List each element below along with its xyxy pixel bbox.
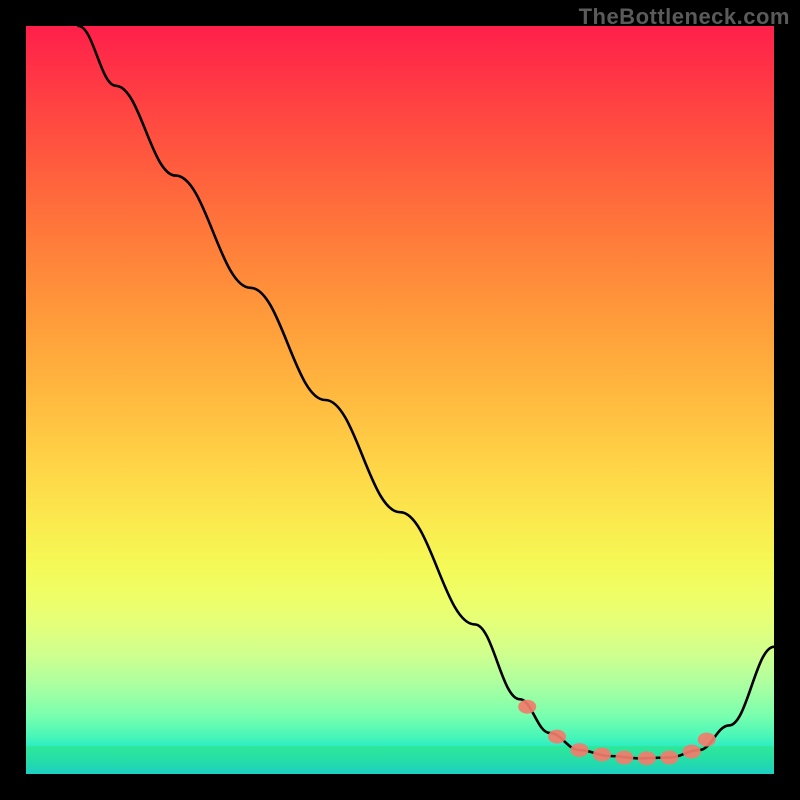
optimal-dot xyxy=(593,748,611,762)
optimal-dot xyxy=(571,743,589,757)
optimal-dot xyxy=(548,730,566,744)
optimal-dot xyxy=(518,700,536,714)
bottleneck-curve xyxy=(78,26,774,758)
plot-area xyxy=(26,26,774,774)
optimal-dot xyxy=(660,751,678,765)
optimal-dot xyxy=(638,751,656,765)
curve-layer xyxy=(26,26,774,774)
optimal-dot xyxy=(615,751,633,765)
optimal-dot xyxy=(698,733,716,747)
optimal-dot xyxy=(683,745,701,759)
chart-frame: TheBottleneck.com xyxy=(0,0,800,800)
